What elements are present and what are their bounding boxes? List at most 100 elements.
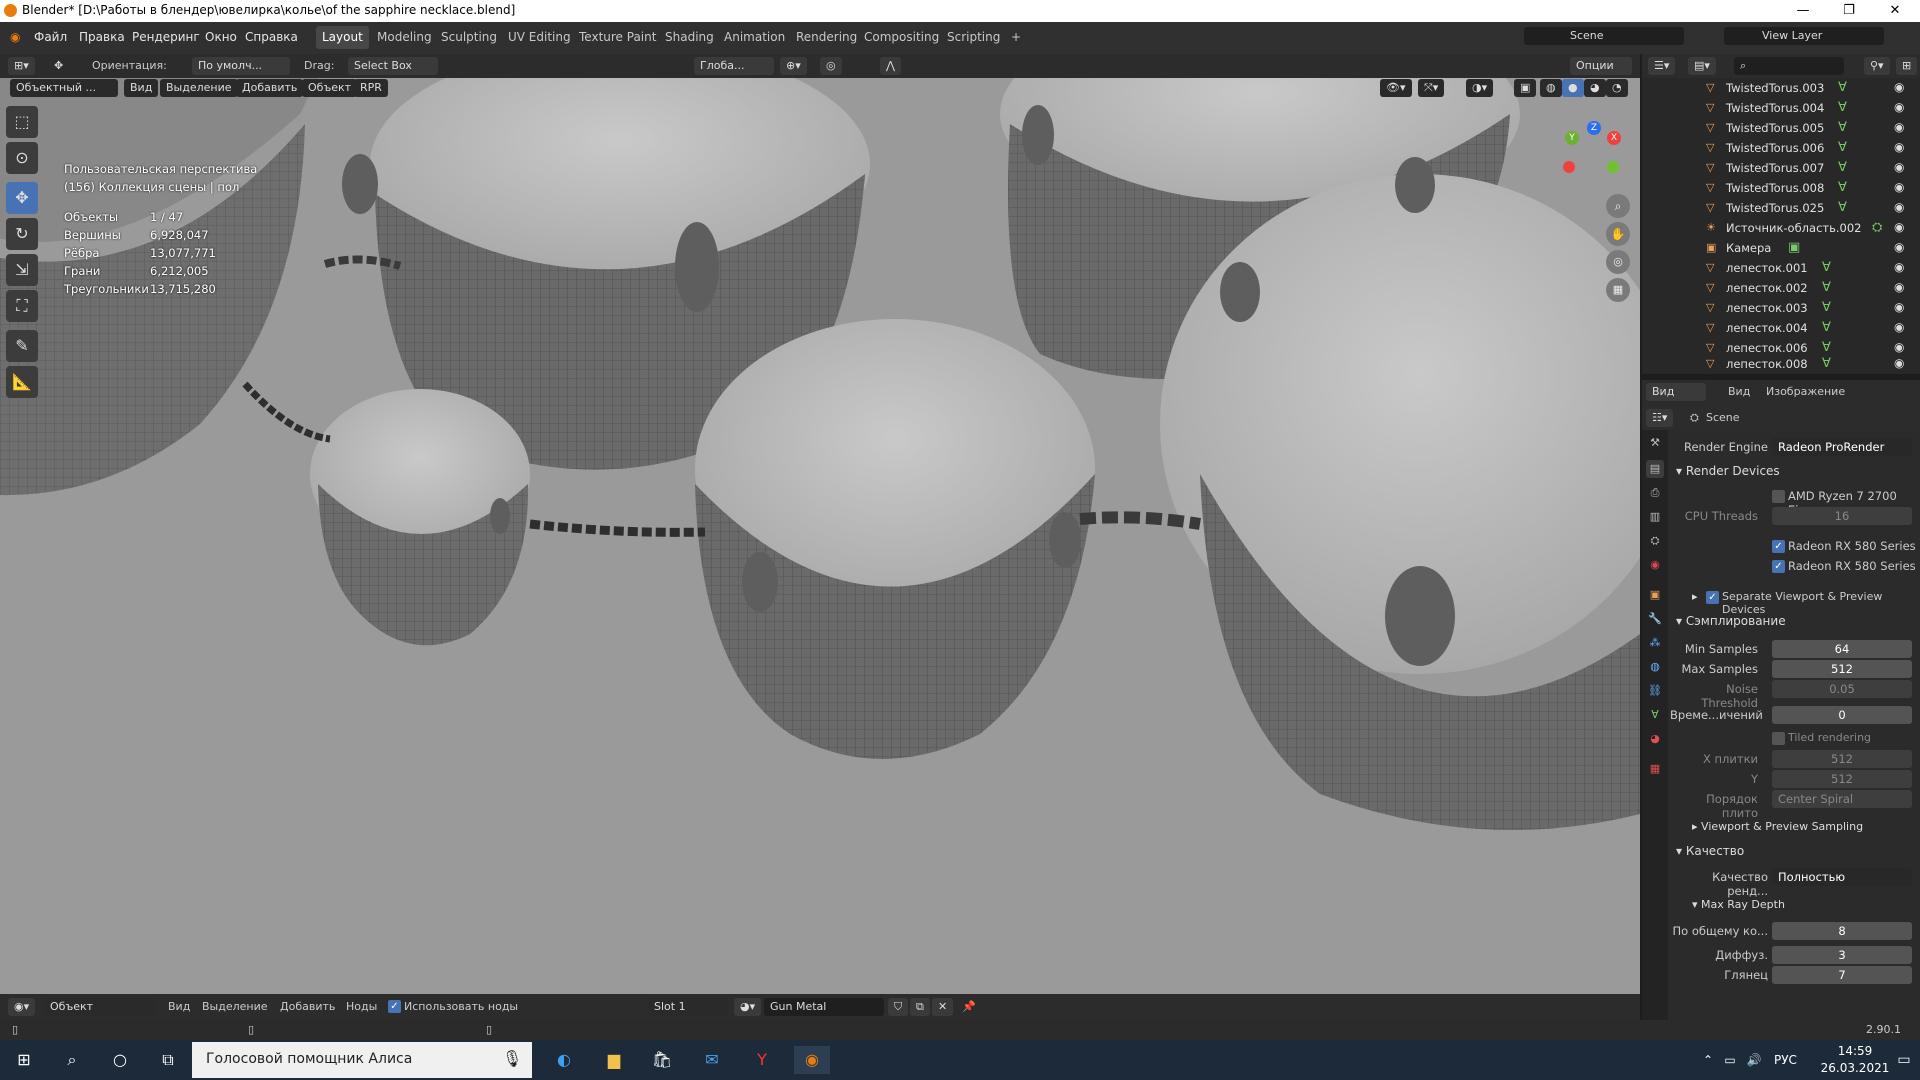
shader-editor-type-icon[interactable]: ◉▾ (8, 998, 36, 1016)
cpu-checkbox[interactable] (1772, 490, 1785, 503)
gizmo-neg-y-icon[interactable] (1607, 161, 1619, 173)
new-collection-icon[interactable]: ⊞ (1896, 57, 1918, 75)
world-tab-icon[interactable]: ◉ (1646, 556, 1664, 574)
separate-devices-header[interactable]: ▸ (1692, 590, 1698, 603)
cortana-circle-icon[interactable]: ○ (102, 1046, 138, 1074)
tab-scripting[interactable]: Scripting (941, 26, 1006, 49)
blender-taskbar-icon[interactable]: ◉ (794, 1046, 830, 1074)
tab-modeling[interactable]: Modeling (371, 26, 438, 49)
material-tab-icon[interactable]: ◕ (1646, 730, 1664, 748)
filter-icon[interactable]: ⚲▾ (1864, 57, 1890, 75)
menu-render[interactable]: Рендеринг (132, 30, 200, 44)
material-browse-icon[interactable]: ◕▾ (734, 998, 762, 1016)
outliner-item[interactable]: ▽ TwistedTorus.007 ∀ ◉ (1642, 158, 1920, 178)
select-box-tool-icon[interactable]: ⬚ (6, 106, 38, 138)
visibility-eye-icon[interactable]: ◉ (1894, 356, 1904, 370)
drag-dropdown[interactable]: Select Box (348, 57, 438, 75)
viewport-sampling-header[interactable]: ▸ Viewport & Preview Sampling (1692, 820, 1863, 833)
total-ray-depth-field[interactable]: 8 (1772, 922, 1912, 940)
tab-uv-editing[interactable]: UV Editing (502, 26, 577, 49)
options-dropdown[interactable]: Опции (1570, 57, 1632, 75)
gizmo-toggle-icon[interactable]: ⤧▾ (1418, 79, 1445, 97)
display-mode-icon[interactable]: ▤▾ (1688, 57, 1716, 75)
gpu2-checkbox[interactable]: ✓ (1772, 560, 1785, 573)
visibility-eye-icon[interactable]: ◉ (1894, 300, 1904, 314)
transform-pivot-icon[interactable]: ✥ (48, 57, 69, 75)
solid-shading-icon[interactable]: ● (1562, 79, 1584, 97)
render-quality-dropdown[interactable]: Полностью (1772, 868, 1912, 886)
scene-selector[interactable]: Scene (1524, 27, 1684, 45)
tab-sculpting[interactable]: Sculpting (435, 26, 503, 49)
tab-texture-paint[interactable]: Texture Paint (573, 26, 662, 49)
menu-select[interactable]: Выделение (202, 1000, 268, 1013)
file-explorer-icon[interactable]: ▆ (596, 1046, 632, 1074)
outliner-item[interactable]: ▽ TwistedTorus.003 ∀ ◉ (1642, 78, 1920, 98)
min-samples-field[interactable]: 64 (1772, 640, 1912, 658)
gizmo-y-axis-icon[interactable]: Y (1565, 131, 1579, 145)
pan-hand-icon[interactable]: ✋ (1606, 222, 1630, 246)
object-tab-icon[interactable]: ▣ (1646, 586, 1664, 604)
menu-nodes[interactable]: Ноды (346, 1000, 377, 1013)
outliner-item[interactable]: ☀ Источник-область.002 ⛭ ◉ (1642, 218, 1920, 238)
visibility-eye-icon[interactable]: ◉ (1894, 100, 1904, 114)
menu-add[interactable]: Добавить (236, 79, 304, 97)
mode-dropdown[interactable]: Объектный ... (10, 79, 118, 97)
overlay-toggle-icon[interactable]: ◑▾ (1466, 79, 1494, 97)
tiled-rendering-checkbox[interactable] (1772, 732, 1785, 745)
separate-devices-checkbox[interactable]: ✓ (1706, 591, 1719, 604)
menu-edit[interactable]: Правка (79, 30, 125, 44)
outliner-item[interactable]: ▽ TwistedTorus.008 ∀ ◉ (1642, 178, 1920, 198)
constraints-tab-icon[interactable]: ⛓ (1646, 682, 1664, 700)
menu-rpr[interactable]: RPR (354, 79, 388, 97)
menu-file[interactable]: Файл (34, 30, 67, 44)
fake-user-shield-icon[interactable]: ⛉ (888, 998, 909, 1016)
menu-view[interactable]: Вид (124, 79, 159, 97)
outliner-item[interactable]: ▽ лепесток.001 ∀ ◉ (1642, 258, 1920, 278)
outliner-item[interactable]: ▽ TwistedTorus.005 ∀ ◉ (1642, 118, 1920, 138)
rendered-shading-icon[interactable]: ◔ (1606, 79, 1628, 97)
rotate-tool-icon[interactable]: ↻ (6, 218, 38, 250)
tab-shading[interactable]: Shading (659, 26, 720, 49)
tool-tab-icon[interactable]: ⚒ (1646, 434, 1664, 452)
y-tile-field[interactable]: 512 (1772, 770, 1912, 788)
start-windows-icon[interactable]: ⊞ (6, 1046, 42, 1074)
physics-tab-icon[interactable]: ◍ (1646, 658, 1664, 676)
navigation-gizmo[interactable]: Z X Y (1555, 119, 1625, 189)
visibility-eye-icon[interactable]: ◉ (1894, 320, 1904, 334)
clock-time[interactable]: 14:59 (1820, 1044, 1890, 1058)
3d-viewport[interactable]: Z X Y ⌕ ✋ ◎ ▦ Пользовательская перспекти… (0, 54, 1640, 994)
pin-icon[interactable]: 📌 (956, 998, 982, 1016)
visibility-eye-icon[interactable]: ◉ (1894, 220, 1904, 234)
diffuse-ray-depth-field[interactable]: 3 (1772, 946, 1912, 964)
outliner-item[interactable]: ▽ TwistedTorus.006 ∀ ◉ (1642, 138, 1920, 158)
store-icon[interactable]: 🛍 (644, 1046, 680, 1074)
move-tool-icon[interactable]: ✥ (6, 182, 38, 214)
edge-browser-icon[interactable]: ◐ (546, 1046, 582, 1074)
visibility-eye-icon[interactable]: ◉ (1894, 200, 1904, 214)
unlink-material-icon[interactable]: ✕ (932, 998, 954, 1016)
sampling-header[interactable]: ▾ Сэмплирование (1676, 614, 1786, 628)
visibility-eye-icon[interactable]: ◉ (1894, 260, 1904, 274)
visibility-eye-icon[interactable]: ◉ (1894, 80, 1904, 94)
image-view-dropdown[interactable]: Вид (1646, 383, 1706, 401)
menu-select[interactable]: Выделение (160, 79, 238, 97)
yandex-browser-icon[interactable]: Y (744, 1046, 780, 1074)
visibility-eye-icon[interactable]: ◉ (1894, 120, 1904, 134)
scale-tool-icon[interactable]: ⇲ (6, 254, 38, 286)
time-limit-field[interactable]: 0 (1772, 706, 1912, 724)
camera-view-icon[interactable]: ◎ (1606, 250, 1630, 274)
menu-window[interactable]: Окно (205, 30, 237, 44)
visibility-icon[interactable]: 👁▾ (1380, 79, 1412, 97)
proportional-edit-icon[interactable]: ◎ (820, 57, 842, 75)
tile-order-dropdown[interactable]: Center Spiral (1772, 790, 1912, 808)
visibility-eye-icon[interactable]: ◉ (1894, 340, 1904, 354)
outliner-search-input[interactable]: ⌕ (1734, 57, 1844, 75)
quality-header[interactable]: ▾ Качество (1676, 844, 1744, 858)
tab-animation[interactable]: Animation (718, 26, 791, 49)
gizmo-neg-x-icon[interactable] (1563, 161, 1575, 173)
texture-tab-icon[interactable]: ▦ (1646, 760, 1664, 778)
visibility-eye-icon[interactable]: ◉ (1894, 280, 1904, 294)
language-indicator[interactable]: РУС (1774, 1053, 1797, 1067)
close-button[interactable]: ✕ (1872, 0, 1918, 22)
outliner-item[interactable]: ▽ лепесток.002 ∀ ◉ (1642, 278, 1920, 298)
